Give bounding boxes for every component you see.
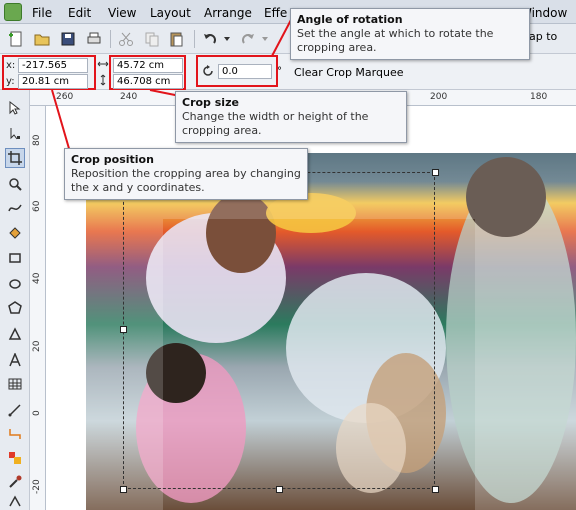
- ruler-label: 20: [32, 340, 42, 352]
- tooltip-title: Angle of rotation: [297, 13, 403, 26]
- redo-icon[interactable]: [238, 29, 258, 49]
- connector-tool-icon[interactable]: [5, 424, 25, 444]
- rectangle-tool-icon[interactable]: [5, 248, 25, 268]
- crop-tool-icon[interactable]: [5, 148, 25, 168]
- vertical-ruler[interactable]: 80 60 40 20 0 -20: [30, 106, 46, 510]
- outline-tool-icon[interactable]: [5, 494, 25, 508]
- menu-arrange[interactable]: Arrange: [204, 6, 252, 20]
- ruler-label: 200: [430, 92, 448, 102]
- undo-icon[interactable]: [200, 29, 220, 49]
- width-input[interactable]: 45.72 cm: [113, 57, 183, 73]
- tooltip-text: Reposition the cropping area by changing…: [71, 167, 301, 194]
- tooltip-text: Set the angle at which to rotate the cro…: [297, 27, 494, 54]
- shape-tool-icon[interactable]: [5, 124, 25, 144]
- ruler-label: 40: [32, 272, 42, 284]
- pick-tool-icon[interactable]: [5, 98, 25, 118]
- interactive-fill-tool-icon[interactable]: [5, 448, 25, 468]
- ruler-label: 260: [56, 92, 74, 102]
- freehand-tool-icon[interactable]: [5, 198, 25, 218]
- basic-shapes-tool-icon[interactable]: [5, 324, 25, 344]
- menu-layout[interactable]: Layout: [150, 6, 191, 20]
- ruler-label: 0: [32, 410, 42, 416]
- tooltip-title: Crop size: [182, 96, 239, 109]
- tooltip-title: Crop position: [71, 153, 154, 166]
- table-tool-icon[interactable]: [5, 374, 25, 394]
- angle-input[interactable]: 0.0: [218, 63, 272, 79]
- x-position-input[interactable]: -217.565 cm: [18, 57, 88, 84]
- eyedropper-tool-icon[interactable]: [5, 472, 25, 492]
- toolbox: [0, 90, 30, 510]
- menu-view[interactable]: View: [108, 6, 136, 20]
- menu-effects[interactable]: Effe: [264, 6, 287, 20]
- save-icon[interactable]: [58, 29, 78, 49]
- menu-edit[interactable]: Edit: [68, 6, 91, 20]
- degree-unit: °: [277, 65, 282, 77]
- rotate-icon: [200, 63, 216, 79]
- crop-handle-bottom[interactable]: [276, 486, 283, 493]
- print-icon[interactable]: [84, 29, 104, 49]
- crop-marquee[interactable]: [123, 172, 435, 489]
- cut-icon[interactable]: [116, 29, 136, 49]
- crop-handle-top-right[interactable]: [432, 169, 439, 176]
- ruler-label: 80: [32, 134, 42, 146]
- height-icon: [96, 73, 110, 87]
- x-label: x:: [6, 59, 16, 71]
- undo-dropdown-icon[interactable]: [222, 29, 232, 49]
- tooltip-text: Change the width or height of the croppi…: [182, 110, 369, 137]
- ruler-label: 240: [120, 92, 138, 102]
- crop-size-tooltip: Crop size Change the width or height of …: [175, 91, 407, 143]
- open-folder-icon[interactable]: [32, 29, 52, 49]
- new-document-icon[interactable]: [6, 29, 26, 49]
- crop-handle-left[interactable]: [120, 326, 127, 333]
- y-position-input[interactable]: 20.81 cm: [18, 73, 88, 89]
- clear-crop-marquee-button[interactable]: Clear Crop Marquee: [294, 66, 403, 79]
- copy-icon[interactable]: [142, 29, 162, 49]
- ruler-label: 180: [530, 92, 548, 102]
- menu-file[interactable]: File: [32, 6, 52, 20]
- dimension-tool-icon[interactable]: [5, 400, 25, 420]
- width-icon: [96, 57, 110, 71]
- zoom-tool-icon[interactable]: [5, 174, 25, 194]
- text-tool-icon[interactable]: [5, 350, 25, 370]
- smart-fill-tool-icon[interactable]: [5, 222, 25, 242]
- height-input[interactable]: 46.708 cm: [113, 73, 183, 89]
- ruler-label: 60: [32, 200, 42, 212]
- redo-dropdown-icon[interactable]: [260, 29, 270, 49]
- y-label: y:: [6, 75, 15, 87]
- crop-position-tooltip: Crop position Reposition the cropping ar…: [64, 148, 308, 200]
- ruler-label: -20: [32, 479, 42, 494]
- polygon-tool-icon[interactable]: [5, 298, 25, 318]
- crop-handle-bottom-left[interactable]: [120, 486, 127, 493]
- app-logo-icon: [4, 3, 22, 21]
- ellipse-tool-icon[interactable]: [5, 274, 25, 294]
- angle-of-rotation-tooltip: Angle of rotation Set the angle at which…: [290, 8, 530, 60]
- crop-handle-bottom-right[interactable]: [432, 486, 439, 493]
- paste-icon[interactable]: [166, 29, 186, 49]
